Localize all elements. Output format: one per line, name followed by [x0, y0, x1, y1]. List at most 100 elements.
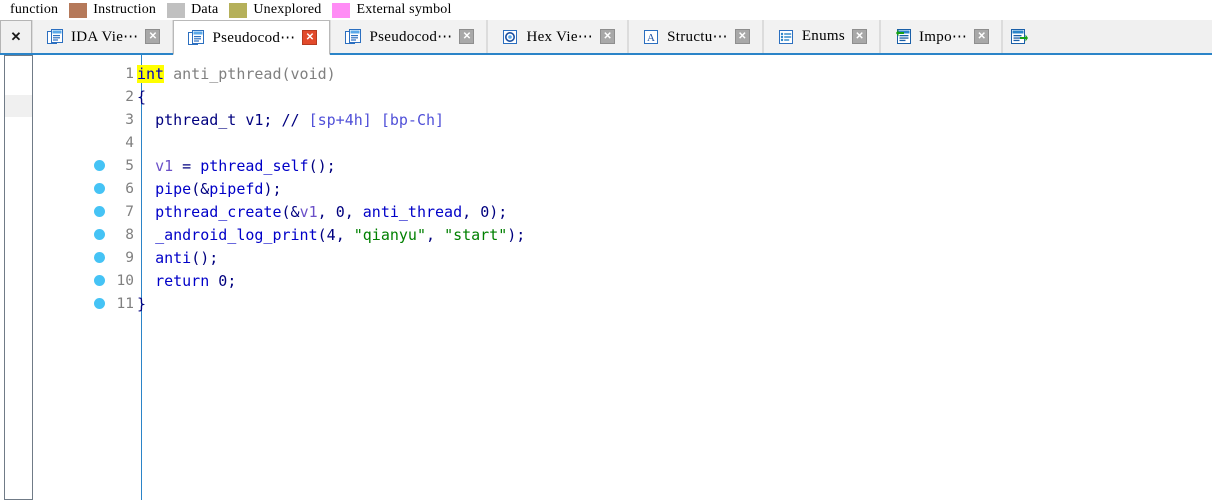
code-line-text: }: [134, 295, 146, 313]
line-number: 9: [125, 249, 134, 266]
legend-leading-label: function: [10, 2, 59, 17]
code-line[interactable]: 1 int anti_pthread(void): [88, 62, 1212, 85]
breakpoint-marker[interactable]: [88, 298, 110, 309]
tab-close-icon[interactable]: ✕: [459, 29, 475, 44]
legend-color-swatch: [69, 2, 88, 18]
tab-impo-6[interactable]: Impo⋯ ✕: [880, 20, 1003, 53]
tab-label: Impo⋯: [919, 29, 968, 45]
code-token: (: [317, 225, 327, 244]
tabs-container: IDA Vie⋯ ✕ Pseudocod⋯ ✕ Pseudocod⋯ ✕ Hex Vie⋯ ✕…: [32, 20, 1003, 55]
tab-structu-4[interactable]: A Structu⋯ ✕: [628, 20, 763, 53]
breakpoint-marker[interactable]: [88, 206, 110, 217]
close-all-tabs-button[interactable]: ✕: [0, 20, 32, 53]
line-number: 7: [125, 203, 134, 220]
code-line[interactable]: 5 v1 = pthread_self();: [88, 154, 1212, 177]
code-token: (&: [191, 179, 210, 198]
code-line[interactable]: 8 _android_log_print(4, "qianyu", "start…: [88, 223, 1212, 246]
left-navigator-box[interactable]: [4, 55, 33, 500]
code-token: "qianyu": [353, 225, 426, 244]
workspace: 1 int anti_pthread(void) 2{3 pthread_t v1;…: [0, 55, 1212, 500]
code-token: ,: [344, 202, 363, 221]
code-token: 4: [326, 225, 336, 244]
left-navigator-selected-row[interactable]: [5, 95, 32, 117]
code-token: ,: [317, 202, 336, 221]
legend-item: Instruction: [67, 0, 165, 20]
code-token: pthread_self: [200, 156, 309, 175]
tab-close-icon[interactable]: ✕: [145, 29, 161, 44]
legend-color-swatch: [167, 2, 186, 18]
code-token: 0: [218, 271, 228, 290]
breakpoint-marker[interactable]: [88, 252, 110, 263]
exports-tab-partial[interactable]: [1002, 20, 1034, 53]
structures-icon: A: [644, 29, 659, 44]
tab-close-icon[interactable]: ✕: [302, 30, 318, 45]
line-number: 1: [125, 65, 134, 82]
svg-text:A: A: [647, 32, 655, 44]
code-line[interactable]: 4: [88, 131, 1212, 154]
line-number: 8: [125, 226, 134, 243]
code-line[interactable]: 2{: [88, 85, 1212, 108]
breakpoint-marker[interactable]: [88, 183, 110, 194]
code-line-text: {: [134, 88, 146, 106]
tab-label: Hex Vie⋯: [526, 29, 594, 45]
line-number: 10: [116, 272, 134, 289]
code-token: v1: [155, 156, 174, 175]
code-token: pthread_create: [155, 202, 282, 221]
breakpoint-dot-icon: [94, 298, 105, 309]
breakpoint-marker[interactable]: [88, 160, 110, 171]
imports-icon: [896, 28, 912, 44]
tab-label: Pseudocod⋯: [212, 30, 296, 46]
legend-item: External symbol: [330, 0, 460, 20]
code-line-list: 1 int anti_pthread(void) 2{3 pthread_t v1;…: [88, 55, 1212, 500]
tab-pseudocod-2[interactable]: Pseudocod⋯ ✕: [330, 20, 488, 53]
code-line-text: anti();: [134, 249, 218, 267]
breakpoint-dot-icon: [94, 275, 105, 286]
breakpoint-marker[interactable]: [88, 275, 110, 286]
legend-item-label: Unexplored: [253, 2, 322, 17]
line-number: 5: [125, 157, 134, 174]
tab-close-icon[interactable]: ✕: [974, 29, 990, 44]
code-token: pipe: [155, 179, 192, 198]
code-token: );: [489, 202, 508, 221]
tab-close-icon[interactable]: ✕: [852, 29, 868, 44]
code-line[interactable]: 9 anti();: [88, 246, 1212, 269]
code-line[interactable]: 11}: [88, 292, 1212, 315]
code-line-text: v1 = pthread_self();: [134, 157, 336, 175]
left-navigator-panel[interactable]: [0, 55, 33, 500]
code-line[interactable]: 10 return 0;: [88, 269, 1212, 292]
pseudocode-editor[interactable]: 1 int anti_pthread(void) 2{3 pthread_t v1;…: [88, 55, 1212, 500]
tab-close-icon[interactable]: ✕: [734, 29, 750, 44]
breakpoint-marker[interactable]: [88, 229, 110, 240]
code-token: 0: [480, 202, 490, 221]
breakpoint-dot-icon: [94, 206, 105, 217]
code-token: }: [137, 294, 147, 313]
code-token: int: [137, 64, 165, 83]
tab-pseudocod-1[interactable]: Pseudocod⋯ ✕: [173, 20, 331, 55]
code-token: (: [281, 64, 291, 83]
tab-label: IDA Vie⋯: [71, 29, 139, 45]
tab-close-icon[interactable]: ✕: [600, 29, 616, 44]
line-number: 6: [125, 180, 134, 197]
code-line[interactable]: 6 pipe(&pipefd);: [88, 177, 1212, 200]
code-line[interactable]: 3 pthread_t v1; // [sp+4h] [bp-Ch]: [88, 108, 1212, 131]
legend-item: Data: [165, 0, 227, 20]
code-line[interactable]: 7 pthread_create(&v1, 0, anti_thread, 0)…: [88, 200, 1212, 223]
hex-view-icon: [503, 29, 518, 44]
tab-enums-5[interactable]: Enums ✕: [762, 20, 881, 53]
tab-hex-vie-3[interactable]: Hex Vie⋯ ✕: [487, 20, 629, 53]
tab-ida-vie-0[interactable]: IDA Vie⋯ ✕: [32, 20, 174, 53]
breakpoint-dot-icon: [94, 160, 105, 171]
tab-label: Structu⋯: [667, 29, 728, 45]
code-token: {: [137, 87, 147, 106]
code-token: anti: [155, 248, 192, 267]
line-number: 3: [125, 111, 134, 128]
pseudocode-icon: [188, 29, 205, 45]
code-token: _android_log_print: [155, 225, 318, 244]
code-token: "start": [444, 225, 508, 244]
code-token: ): [326, 64, 336, 83]
